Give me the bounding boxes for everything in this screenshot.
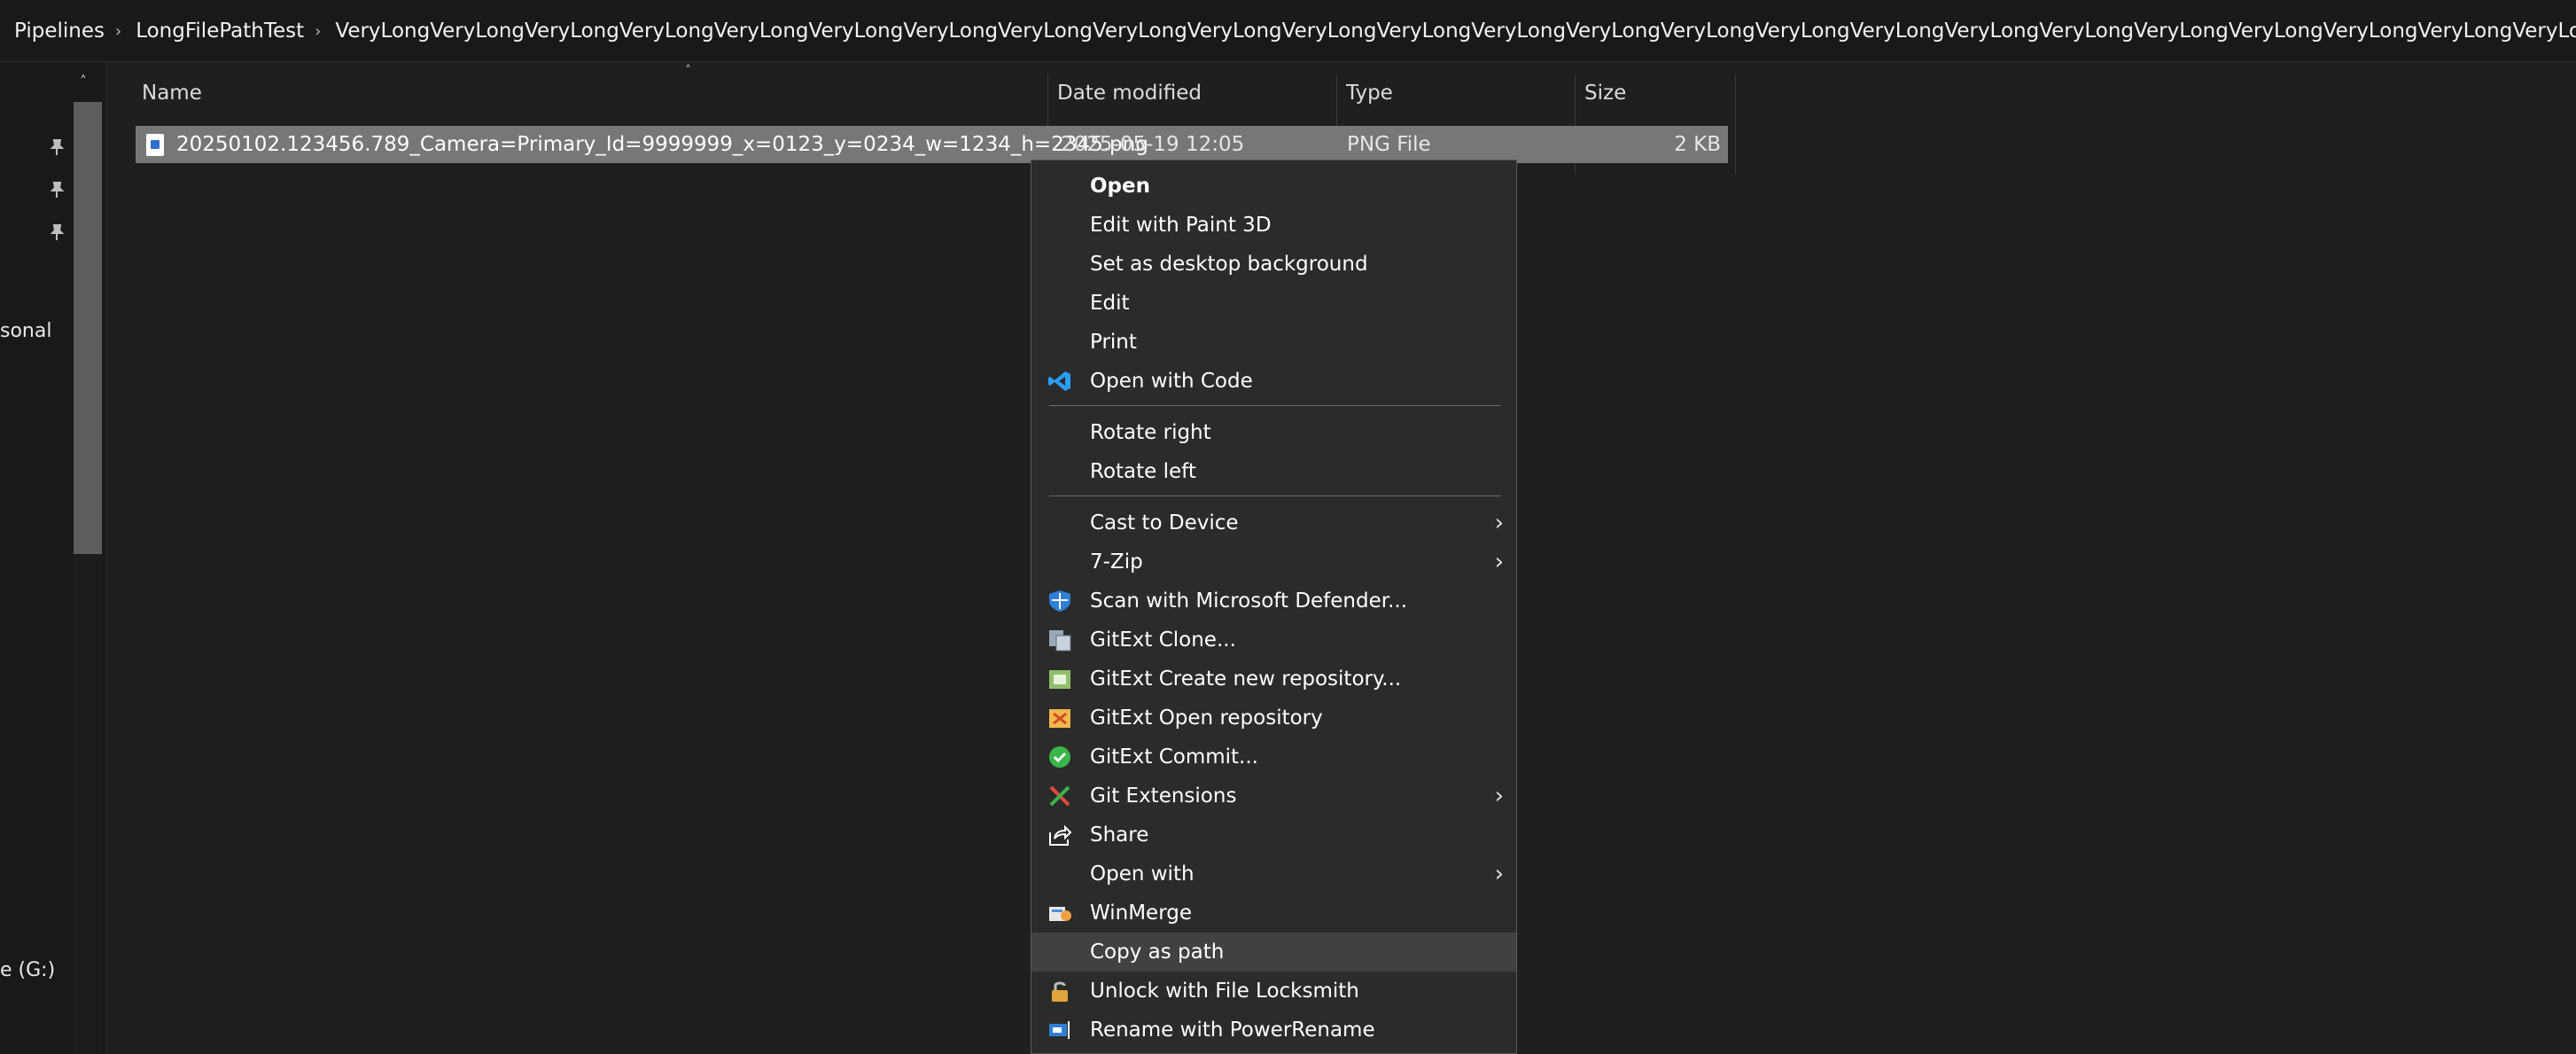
column-header-type-label: Type [1346, 82, 1393, 105]
powerrename-icon [1049, 1021, 1070, 1039]
menu-item-set-desktop-background[interactable]: Set as desktop background [1031, 245, 1516, 284]
menu-item-edit[interactable]: Edit [1031, 284, 1516, 323]
menu-item-label: GitExt Open repository [1090, 707, 1323, 730]
menu-item-open[interactable]: Open [1031, 167, 1516, 206]
menu-item-label: Rotate right [1090, 421, 1211, 444]
png-file-icon [146, 134, 164, 156]
file-name: 20250102.123456.789_Camera=Primary_Id=99… [176, 133, 1148, 156]
menu-item-label: Open [1090, 175, 1150, 198]
menu-item-label: Rename with PowerRename [1090, 1019, 1375, 1042]
menu-item-powerrename[interactable]: Rename with PowerRename [1031, 1011, 1516, 1050]
gitext-create-repo-icon [1049, 670, 1070, 689]
column-header-name-label: Name [142, 82, 202, 105]
lock-icon [1052, 981, 1068, 1002]
breadcrumb-item-longfilepathtest[interactable]: LongFilePathTest [136, 20, 304, 43]
column-separator[interactable] [1735, 74, 1736, 174]
breadcrumb: Pipelines › LongFilePathTest › VeryLongV… [0, 20, 2576, 43]
vscode-icon [1048, 371, 1070, 391]
menu-item-git-extensions[interactable]: Git Extensions › [1031, 777, 1516, 816]
scroll-up-icon[interactable]: ˄ [80, 73, 87, 90]
menu-item-label: Git Extensions [1090, 785, 1237, 808]
menu-item-edit-paint3d[interactable]: Edit with Paint 3D [1031, 206, 1516, 245]
menu-item-label: Print [1090, 331, 1137, 354]
gitext-clone-icon [1049, 630, 1071, 652]
chevron-right-icon: › [1494, 510, 1504, 536]
menu-item-share[interactable]: Share [1031, 816, 1516, 855]
winmerge-icon [1049, 907, 1071, 921]
menu-item-label: GitExt Create new repository... [1090, 668, 1402, 691]
menu-item-label: GitExt Commit... [1090, 746, 1258, 769]
chevron-right-icon: › [1494, 861, 1504, 887]
menu-item-gitext-open-repo[interactable]: GitExt Open repository [1031, 699, 1516, 738]
menu-item-rotate-left[interactable]: Rotate left [1031, 452, 1516, 491]
address-bar: Pipelines › LongFilePathTest › VeryLongV… [0, 0, 2576, 62]
menu-item-print[interactable]: Print [1031, 323, 1516, 362]
menu-item-label: Set as desktop background [1090, 253, 1368, 276]
menu-item-7zip[interactable]: 7-Zip › [1031, 543, 1516, 582]
file-type: PNG File [1347, 133, 1431, 156]
breadcrumb-item-pipelines[interactable]: Pipelines [14, 20, 105, 43]
column-header-size-label: Size [1584, 82, 1627, 105]
menu-item-copy-as-path[interactable]: Copy as path [1031, 933, 1516, 972]
pin-icon [50, 224, 65, 240]
menu-item-label: WinMerge [1090, 902, 1192, 925]
column-header-size[interactable]: Size [1576, 62, 1735, 128]
context-menu: Open Edit with Paint 3D Set as desktop b… [1031, 160, 1517, 1054]
navigation-pane: ˄ sonal e (G:) [0, 62, 106, 1054]
file-date: 2025-05-19 12:05 [1061, 133, 1245, 156]
chevron-right-icon: › [1494, 783, 1504, 809]
column-header-name[interactable]: Name [133, 62, 1047, 128]
share-icon [1049, 824, 1072, 846]
column-header-type[interactable]: Type [1337, 62, 1575, 128]
menu-item-gitext-commit[interactable]: GitExt Commit... [1031, 738, 1516, 777]
gitext-commit-icon [1049, 746, 1070, 768]
menu-item-label: Scan with Microsoft Defender... [1090, 589, 1408, 613]
menu-item-scan-defender[interactable]: Scan with Microsoft Defender... [1031, 582, 1516, 621]
breadcrumb-item-verylong[interactable]: VeryLongVeryLongVeryLongVeryLongVeryLong… [335, 20, 2576, 43]
menu-item-gitext-clone[interactable]: GitExt Clone... [1031, 621, 1516, 660]
chevron-right-icon: › [1494, 549, 1504, 575]
menu-item-open-with-code[interactable]: Open with Code [1031, 362, 1516, 401]
menu-item-label: Edit with Paint 3D [1090, 214, 1272, 237]
menu-item-label: Edit [1090, 292, 1130, 315]
column-header-date-label: Date modified [1057, 82, 1202, 105]
menu-separator [1049, 405, 1501, 406]
nav-item-drive-g[interactable]: e (G:) [0, 959, 55, 981]
column-header-date[interactable]: Date modified [1048, 62, 1336, 128]
menu-item-label: 7-Zip [1090, 550, 1143, 574]
menu-item-label: Open with [1090, 863, 1195, 886]
nav-item-personal[interactable]: sonal [0, 320, 51, 342]
gitext-open-repo-icon [1049, 709, 1070, 728]
menu-item-winmerge[interactable]: WinMerge [1031, 894, 1516, 933]
menu-item-open-with[interactable]: Open with › [1031, 855, 1516, 894]
menu-item-label: Cast to Device [1090, 511, 1239, 535]
pin-icon [50, 139, 65, 155]
file-row[interactable]: 20250102.123456.789_Camera=Primary_Id=99… [136, 126, 1728, 163]
chevron-right-icon[interactable]: › [115, 22, 121, 41]
menu-item-label: Copy as path [1090, 941, 1225, 964]
menu-item-label: Unlock with File Locksmith [1090, 980, 1359, 1003]
nav-scrollbar-thumb[interactable] [74, 102, 102, 554]
chevron-right-icon[interactable]: › [315, 22, 321, 41]
git-extensions-icon [1049, 785, 1070, 807]
menu-item-rotate-right[interactable]: Rotate right [1031, 413, 1516, 452]
menu-item-label: GitExt Clone... [1090, 628, 1236, 652]
pin-icon [50, 182, 65, 198]
file-size: 2 KB [1674, 133, 1721, 156]
menu-item-label: Share [1090, 824, 1149, 847]
menu-item-label: Rotate left [1090, 460, 1196, 483]
menu-item-label: Open with Code [1090, 370, 1253, 393]
menu-item-gitext-create-repo[interactable]: GitExt Create new repository... [1031, 660, 1516, 699]
menu-item-cast-to-device[interactable]: Cast to Device › [1031, 504, 1516, 543]
menu-item-file-locksmith[interactable]: Unlock with File Locksmith [1031, 972, 1516, 1011]
defender-shield-icon [1049, 590, 1070, 612]
